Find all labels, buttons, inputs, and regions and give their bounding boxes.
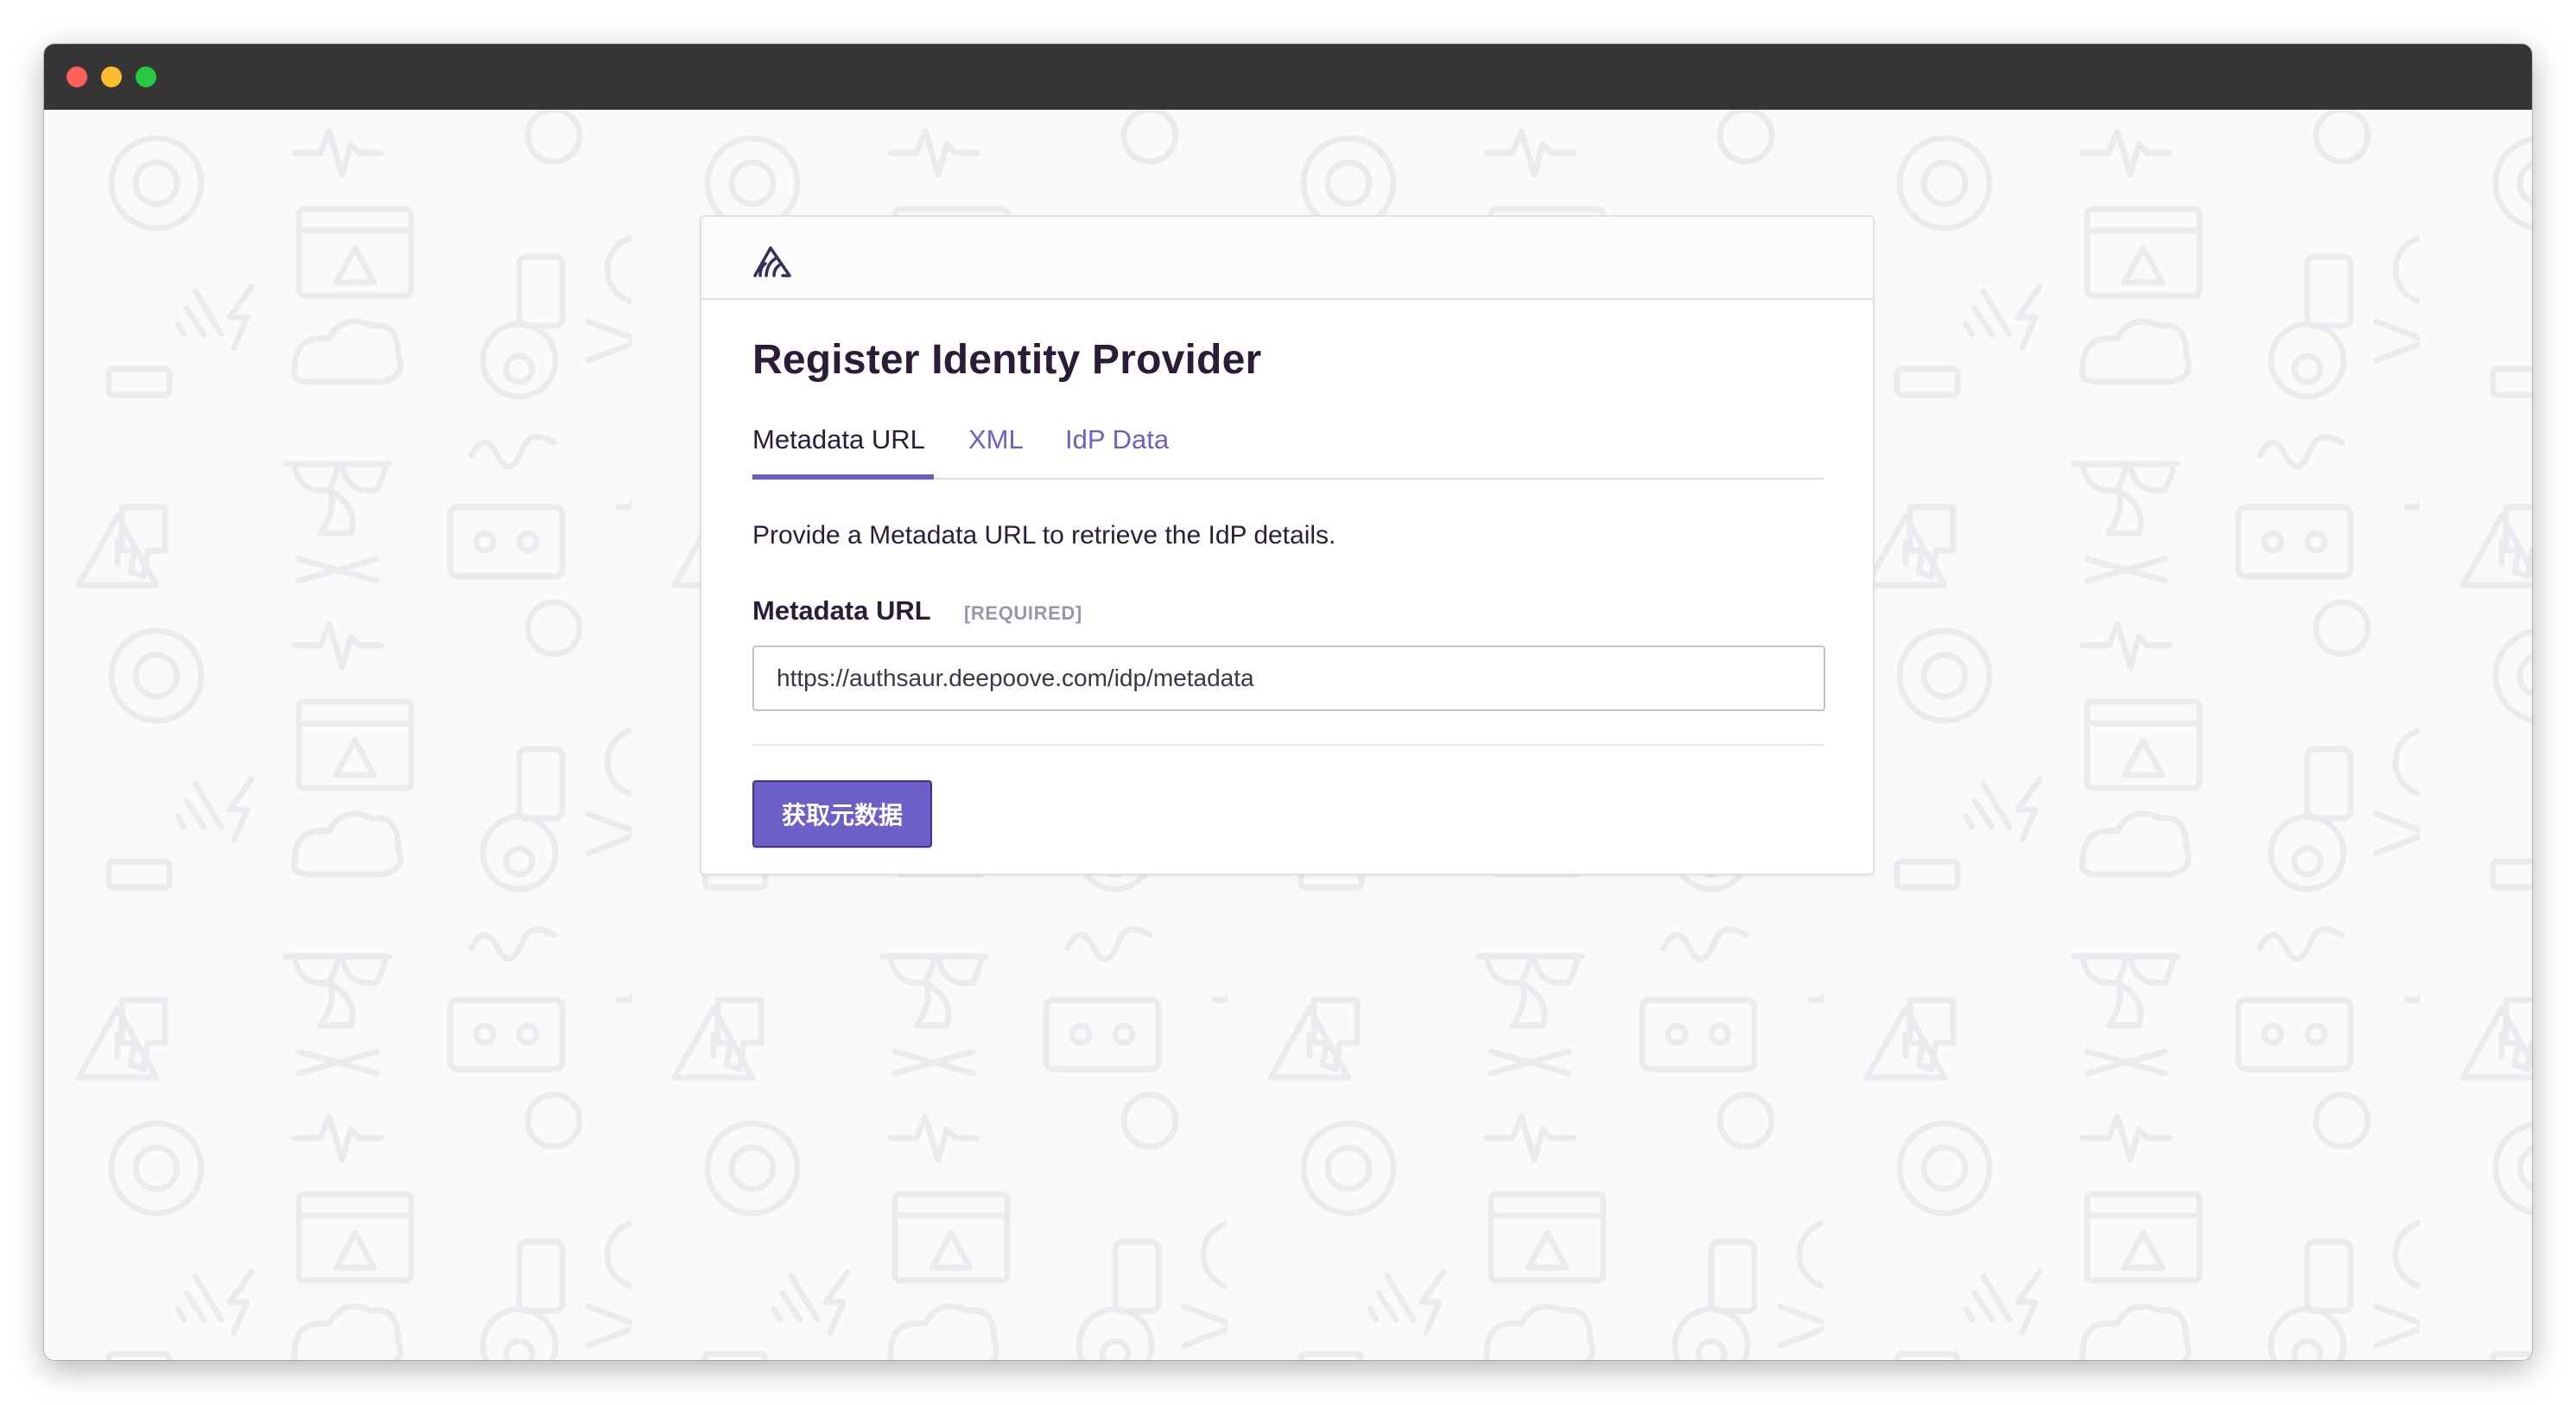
tab-metadata-url[interactable]: Metadata URL [752, 416, 934, 480]
window-close-button[interactable] [67, 67, 87, 87]
card-header [701, 217, 1873, 300]
metadata-url-input[interactable] [752, 645, 1825, 711]
register-idp-card: Register Identity Provider Metadata URL … [700, 215, 1875, 875]
browser-window: Register Identity Provider Metadata URL … [44, 44, 2532, 1360]
tab-idp-data[interactable]: IdP Data [1065, 416, 1186, 480]
window-maximize-button[interactable] [136, 67, 156, 87]
required-badge: [REQUIRED] [964, 602, 1082, 624]
description-text: Provide a Metadata URL to retrieve the I… [752, 521, 1336, 550]
metadata-url-label: Metadata URL [752, 595, 931, 626]
page-title: Register Identity Provider [752, 337, 1262, 383]
page-content: Register Identity Provider Metadata URL … [44, 110, 2532, 1360]
fetch-metadata-button[interactable]: 获取元数据 [752, 780, 932, 848]
tab-bar: Metadata URL XML IdP Data [752, 416, 1824, 480]
window-minimize-button[interactable] [101, 67, 122, 87]
tab-xml[interactable]: XML [968, 416, 1029, 480]
form-divider [752, 744, 1824, 746]
sentry-logo-icon [753, 246, 791, 277]
window-titlebar [44, 44, 2532, 110]
